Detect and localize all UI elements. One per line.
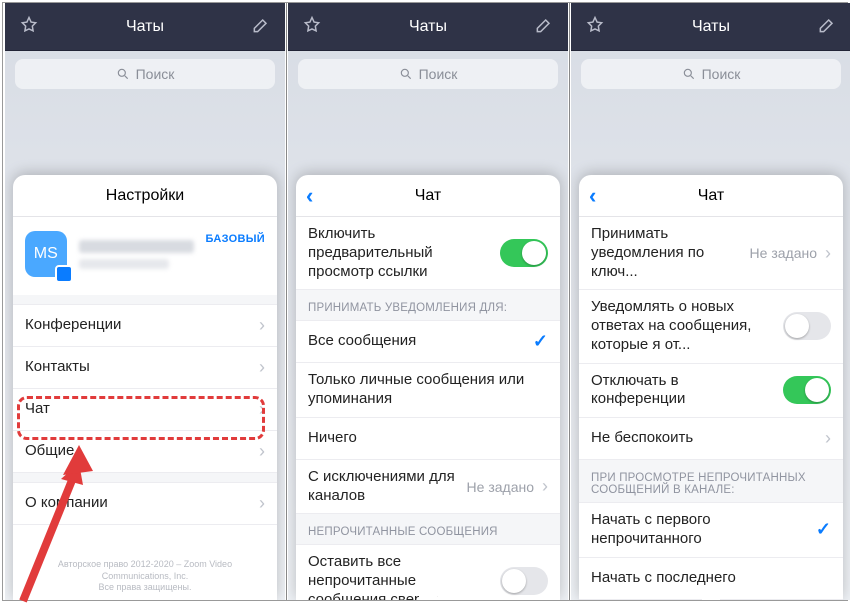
settings-item-conferences[interactable]: Конференции›	[13, 305, 277, 347]
screen-chat-settings-2: Чаты Поиск ‹ Чат Принимать уведомления п…	[571, 3, 850, 600]
option-nothing[interactable]: Ничего	[296, 418, 560, 460]
topbar: Чаты	[288, 3, 568, 51]
favorites-icon[interactable]	[302, 15, 322, 40]
chevron-right-icon: ›	[825, 428, 831, 449]
option-only-private[interactable]: Только личные сообщения или упоминания	[296, 363, 560, 418]
search-icon	[399, 67, 413, 81]
topbar-title: Чаты	[409, 18, 447, 36]
chevron-right-icon: ›	[542, 476, 548, 497]
favorites-icon[interactable]	[19, 15, 39, 40]
row-mute-in-meeting[interactable]: Отключать в конференции	[579, 364, 843, 419]
profile-info	[79, 240, 194, 269]
avatar: MS	[25, 231, 67, 277]
sheet-title: Чат	[698, 187, 725, 205]
toggle[interactable]	[783, 312, 831, 340]
search-icon	[682, 67, 696, 81]
back-button[interactable]: ‹	[589, 185, 596, 207]
toggle[interactable]	[783, 376, 831, 404]
settings-item-contacts[interactable]: Контакты›	[13, 347, 277, 389]
compose-icon[interactable]	[251, 15, 271, 40]
settings-item-general[interactable]: Общие›	[13, 431, 277, 473]
chevron-right-icon: ›	[825, 243, 831, 264]
settings-sheet: Настройки MS БАЗОВЫЙ Конференции› Контак…	[13, 175, 277, 600]
check-icon: ✓	[816, 519, 831, 540]
settings-item-chat[interactable]: Чат›	[13, 389, 277, 431]
search-input[interactable]: Поиск	[15, 59, 275, 89]
check-icon: ✓	[533, 331, 548, 352]
sheet-title: Настройки	[13, 175, 277, 217]
chevron-right-icon: ›	[259, 315, 265, 336]
compose-icon[interactable]	[817, 15, 837, 40]
chevron-right-icon: ›	[259, 441, 265, 462]
section-receive-notifications: ПРИНИМАТЬ УВЕДОМЛЕНИЯ ДЛЯ:	[296, 290, 560, 321]
profile-row[interactable]: MS БАЗОВЫЙ	[13, 217, 277, 295]
chevron-right-icon: ›	[259, 399, 265, 420]
back-button[interactable]: ‹	[306, 185, 313, 207]
topbar: Чаты	[5, 3, 285, 51]
screen-chat-settings-1: Чаты Поиск ‹ Чат Включить предварительны…	[288, 3, 568, 600]
row-do-not-disturb[interactable]: Не беспокоить›	[579, 418, 843, 460]
row-keyword-notifications[interactable]: Принимать уведомления по ключ... Не зада…	[579, 217, 843, 290]
option-start-first-unread[interactable]: Начать с первого непрочитанного✓	[579, 503, 843, 558]
screen-settings: Чаты Поиск Настройки MS БАЗОВЫЙ	[5, 3, 285, 600]
chat-sheet: ‹ Чат Включить предварительный просмотр …	[296, 175, 560, 600]
search-input[interactable]: Поиск	[581, 59, 841, 89]
compose-icon[interactable]	[534, 15, 554, 40]
settings-item-about[interactable]: О компании›	[13, 483, 277, 525]
sheet-title: Чат	[415, 187, 442, 205]
chevron-right-icon: ›	[259, 493, 265, 514]
search-input[interactable]: Поиск	[298, 59, 558, 89]
option-all-messages[interactable]: Все сообщения✓	[296, 321, 560, 363]
row-notify-replies[interactable]: Уведомлять о новых ответах на сообщения,…	[579, 290, 843, 363]
toggle[interactable]	[500, 567, 548, 595]
section-unread-channel: ПРИ ПРОСМОТРЕ НЕПРОЧИТАННЫХ СООБЩЕНИЙ В …	[579, 460, 843, 503]
topbar-title: Чаты	[692, 18, 730, 36]
toggle-link-preview[interactable]	[500, 239, 548, 267]
search-icon	[116, 67, 130, 81]
favorites-icon[interactable]	[585, 15, 605, 40]
section-unread-messages: НЕПРОЧИТАННЫЕ СООБЩЕНИЯ	[296, 514, 560, 545]
topbar: Чаты	[571, 3, 850, 51]
chevron-right-icon: ›	[259, 357, 265, 378]
chat-sheet-2: ‹ Чат Принимать уведомления по ключ... Н…	[579, 175, 843, 600]
copyright-footer: Авторское право 2012-2020 – Zoom Video C…	[13, 559, 277, 594]
row-channel-exceptions[interactable]: С исключениями для каналов Не задано ›	[296, 460, 560, 515]
topbar-title: Чаты	[126, 18, 164, 36]
row-link-preview[interactable]: Включить предварительный просмотр ссылки	[296, 217, 560, 290]
plan-badge: БАЗОВЫЙ	[206, 233, 265, 245]
search-placeholder: Поиск	[136, 66, 175, 82]
zoom-badge-icon	[55, 265, 73, 283]
